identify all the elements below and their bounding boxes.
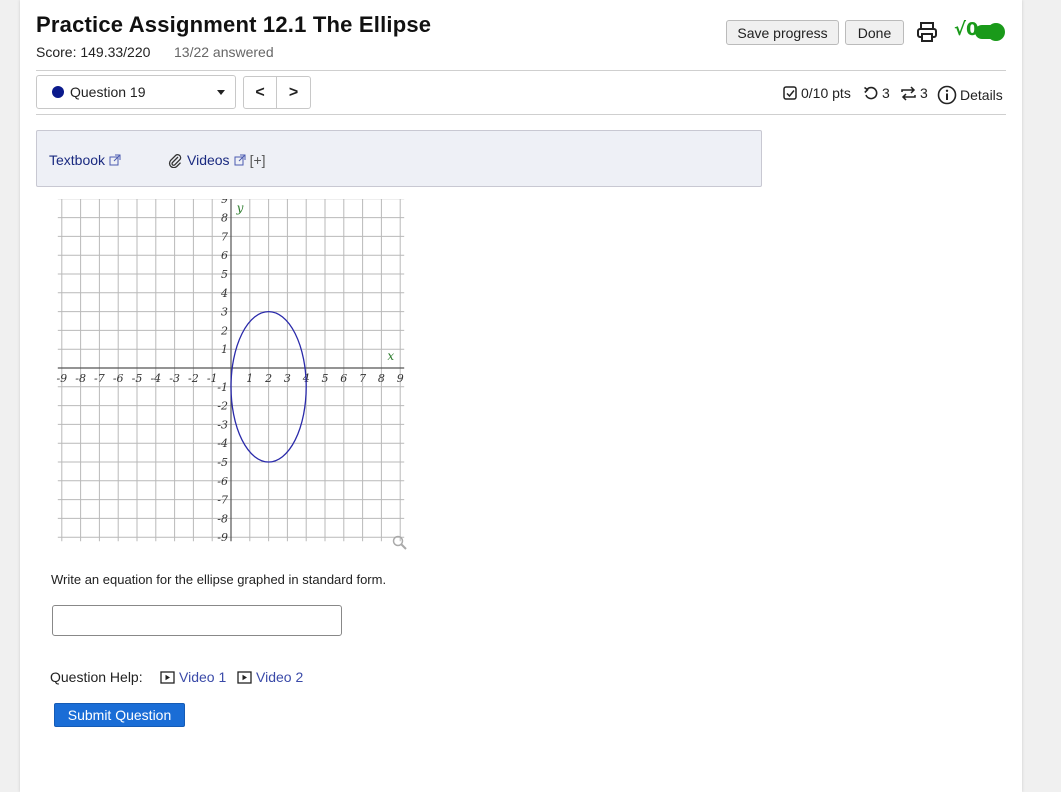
y-tick-label: -2	[217, 400, 228, 413]
y-tick-label: 6	[221, 249, 228, 262]
previous-question-button[interactable]: <	[243, 76, 277, 109]
videos-label: Videos	[187, 152, 230, 168]
x-tick-label: -1	[207, 372, 218, 385]
details-button[interactable]: Details	[937, 85, 1003, 105]
submit-question-button[interactable]: Submit Question	[54, 703, 185, 727]
x-tick-label: -7	[94, 372, 105, 385]
paperclip-icon	[168, 154, 182, 168]
y-tick-label: 3	[221, 306, 228, 319]
videos-link[interactable]: Videos [+]	[167, 152, 266, 168]
details-label: Details	[960, 87, 1003, 103]
textbook-link[interactable]: Textbook	[49, 152, 121, 168]
score-text: Score: 149.33/220	[36, 44, 151, 60]
done-button[interactable]: Done	[845, 20, 904, 45]
question-select-label: Question 19	[70, 84, 146, 100]
y-tick-label: -8	[217, 512, 228, 525]
question-prompt: Write an equation for the ellipse graphe…	[51, 572, 387, 587]
x-tick-label: 3	[284, 372, 291, 385]
question-select[interactable]: Question 19	[36, 75, 236, 109]
x-tick-label: -9	[56, 372, 67, 385]
external-link-icon	[234, 154, 246, 166]
help-video-1-link[interactable]: Video 1	[160, 669, 226, 685]
y-tick-label: 1	[221, 343, 228, 356]
x-tick-label: -5	[132, 372, 143, 385]
y-tick-label: 2	[220, 324, 228, 337]
points-indicator: 0/10 pts	[783, 85, 851, 101]
y-tick-label: 9	[221, 199, 228, 206]
help-video-2-link[interactable]: Video 2	[237, 669, 303, 685]
chevron-down-icon	[217, 90, 225, 95]
external-link-icon	[109, 154, 121, 166]
x-tick-label: -2	[188, 372, 199, 385]
header-divider	[36, 70, 1006, 71]
answer-input[interactable]	[52, 605, 342, 636]
y-tick-label: -3	[217, 418, 228, 431]
print-icon[interactable]	[916, 21, 938, 43]
nav-divider	[36, 114, 1006, 115]
zoom-icon	[392, 535, 404, 547]
retry-icon	[864, 86, 878, 99]
y-tick-label: -5	[217, 456, 228, 469]
resources-panel: Textbook Videos [+]	[36, 130, 762, 187]
info-icon	[937, 85, 957, 105]
video-icon	[160, 670, 175, 684]
y-tick-label: 4	[220, 287, 228, 300]
y-tick-label: -7	[217, 494, 228, 507]
x-tick-label: -4	[150, 372, 161, 385]
x-tick-label: 2	[264, 372, 272, 385]
repeat-icon	[901, 85, 916, 101]
help-video-1-label: Video 1	[179, 669, 227, 685]
video-icon	[237, 670, 252, 684]
y-tick-label: 8	[221, 212, 228, 225]
question-status-dot	[52, 86, 64, 98]
math-entry-toggle[interactable]	[975, 23, 1005, 41]
assignment-page: Practice Assignment 12.1 The Ellipse Sco…	[20, 0, 1022, 792]
save-progress-button[interactable]: Save progress	[726, 20, 839, 45]
attempts-indicator: 3	[900, 85, 928, 101]
x-tick-label: -3	[169, 372, 180, 385]
expand-resources-button[interactable]: [+]	[250, 152, 266, 168]
checkbox-icon	[783, 85, 797, 100]
x-tick-label: -8	[75, 372, 86, 385]
points-text: 0/10 pts	[801, 85, 851, 101]
y-tick-label: -9	[217, 531, 228, 544]
textbook-label: Textbook	[49, 152, 106, 168]
zoom-icon-handle	[400, 543, 407, 550]
x-tick-label: 1	[246, 372, 253, 385]
answered-count: 13/22 answered	[174, 44, 274, 60]
y-axis-label: y	[236, 201, 244, 215]
help-video-2-label: Video 2	[256, 669, 304, 685]
y-tick-label: 7	[221, 230, 228, 243]
page-title: Practice Assignment 12.1 The Ellipse	[36, 12, 432, 37]
x-tick-label: 6	[340, 372, 347, 385]
next-question-button[interactable]: >	[277, 76, 311, 109]
y-tick-label: 5	[221, 268, 228, 281]
attempts-count: 3	[920, 85, 928, 101]
x-tick-label: -6	[113, 372, 124, 385]
x-tick-label: 7	[359, 372, 366, 385]
y-tick-label: -4	[217, 437, 228, 450]
ellipse-graph: -9 -8 -7 -6 -5 -4 -3 -2 -1 1 2 3 4 5 6 7 8 9987654321-1-2…	[56, 199, 407, 550]
retries-count: 3	[882, 85, 890, 101]
x-axis-label: x	[387, 349, 394, 363]
y-tick-label: -6	[217, 475, 228, 488]
x-tick-label: 5	[322, 372, 329, 385]
x-tick-label: 8	[378, 372, 385, 385]
retries-indicator: 3	[863, 85, 890, 101]
question-help-label: Question Help:	[50, 669, 143, 685]
x-tick-label: 9	[397, 372, 404, 385]
y-tick-label: -1	[217, 381, 228, 394]
